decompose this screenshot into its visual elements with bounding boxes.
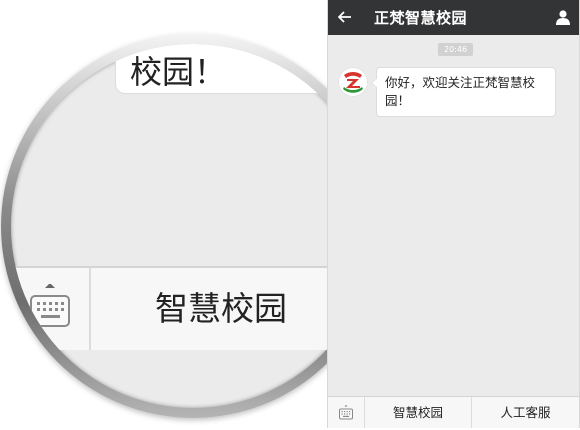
zoomed-menu-smart-campus[interactable]: 智慧校园 (91, 268, 353, 350)
page-title: 正梵智慧校园 (374, 9, 468, 27)
bottom-menu-bar: 智慧校园 人工客服 (328, 396, 579, 428)
menu-customer-service[interactable]: 人工客服 (472, 397, 579, 428)
message-bubble: 你好，欢迎关注正梵智慧校园！ (371, 67, 556, 117)
phone-screen: 正梵智慧校园 20:46 你好，欢迎关注正梵智慧校园！ 智慧校园 人工客服 (327, 0, 580, 428)
zoomed-keyboard-toggle[interactable] (11, 268, 91, 350)
avatar[interactable] (338, 67, 368, 97)
school-logo-icon (338, 67, 368, 97)
top-bar: 正梵智慧校园 (328, 0, 579, 35)
message-timestamp: 20:46 (438, 43, 474, 56)
magnifier-lens: 校园！ 智慧校园 (11, 44, 375, 408)
zoomed-bottom-menu: 智慧校园 (11, 266, 375, 350)
keyboard-icon (339, 405, 353, 420)
keyboard-icon (30, 284, 70, 327)
menu-smart-campus[interactable]: 智慧校园 (365, 397, 472, 428)
keyboard-toggle[interactable] (328, 397, 365, 428)
zoomed-message-text: 校园！ (130, 53, 227, 91)
user-profile-icon[interactable] (555, 9, 571, 25)
back-arrow-icon[interactable] (338, 10, 352, 24)
message-text: 你好，欢迎关注正梵智慧校园！ (385, 75, 536, 108)
